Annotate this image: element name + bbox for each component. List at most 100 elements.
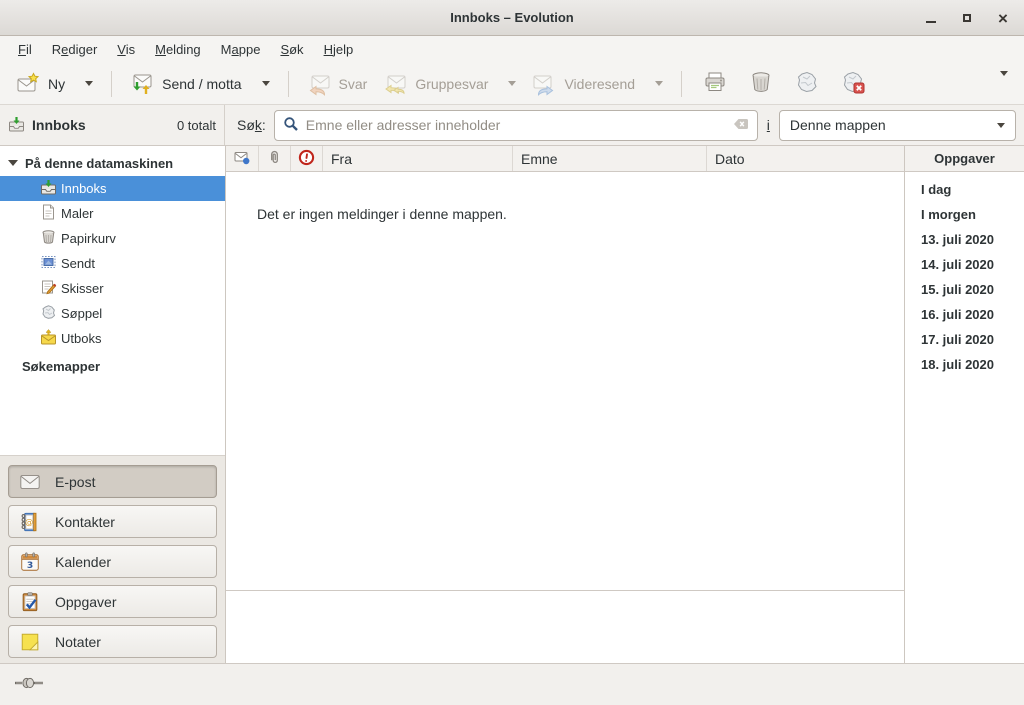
menu-search[interactable]: Søk [270,38,313,61]
menu-view[interactable]: Vis [107,38,145,61]
tasks-panel-header[interactable]: Oppgaver [905,146,1024,172]
tasks-panel: Oppgaver I dag I morgen 13. juli 2020 14… [905,146,1024,663]
tasks-panel-title: Oppgaver [934,151,995,166]
folder-row-innboks[interactable]: Innboks [0,176,225,201]
task-group-date[interactable]: 16. juli 2020 [905,302,1024,327]
forward-dropdown-icon[interactable] [655,81,663,86]
search-bar: Innboks 0 totalt Søk: i Denne mappen [0,105,1024,146]
folder-label: Søppel [61,306,102,321]
maximize-icon [963,14,971,22]
folder-row-sendt[interactable]: Sendt [0,251,225,276]
folder-tree: På denne datamaskinen Innboks Maler Papi… [0,146,225,455]
column-date[interactable]: Dato [707,146,904,171]
switcher-contacts-button[interactable]: @ Kontakter [8,505,217,538]
message-list-body[interactable]: Det er ingen meldinger i denne mappen. [226,172,904,590]
menu-folder[interactable]: Mappe [211,38,271,61]
notes-icon [19,631,41,653]
search-input[interactable] [306,117,726,133]
tree-root-on-this-computer[interactable]: På denne datamaskinen [0,150,225,176]
column-important[interactable] [291,146,323,171]
folder-row-papirkurv[interactable]: Papirkurv [0,226,225,251]
menu-help[interactable]: Hjelp [314,38,364,61]
search-scope-value: Denne mappen [790,117,886,133]
print-button[interactable] [694,64,736,103]
content-area: På denne datamaskinen Innboks Maler Papi… [0,146,1024,663]
read-status-icon [234,149,250,168]
switcher-label: E-post [55,474,95,490]
search-scope-combo[interactable]: Denne mappen [779,110,1016,141]
junk-button[interactable] [786,64,828,103]
column-read-status[interactable] [226,146,259,171]
folder-label: Maler [61,206,94,221]
reply-label: Svar [339,76,368,92]
send-receive-dropdown-icon[interactable] [262,81,270,86]
sidebar: På denne datamaskinen Innboks Maler Papi… [0,146,226,663]
switcher-label: Oppgaver [55,594,116,610]
attachment-icon [267,149,282,168]
titlebar[interactable]: Innboks – Evolution × [0,0,1024,36]
group-reply-label: Gruppesvar [415,76,488,92]
reply-icon [307,72,331,96]
toolbar-separator [288,71,289,97]
column-subject[interactable]: Emne [513,146,707,171]
search-scope-label: i [767,117,770,133]
folder-row-skisser[interactable]: Skisser [0,276,225,301]
menu-file[interactable]: Fil [8,38,42,61]
reply-button[interactable]: Svar [299,66,376,102]
column-subject-label: Emne [521,151,558,167]
print-icon [703,82,727,97]
toolbar-overflow-button[interactable] [1000,76,1008,91]
task-group-date[interactable]: 14. juli 2020 [905,252,1024,277]
task-group-tomorrow[interactable]: I morgen [905,202,1024,227]
search-entry[interactable] [274,110,758,141]
toolbar: Ny Send / motta Svar Gruppesvar Viderese… [0,63,1024,105]
group-reply-button[interactable]: Gruppesvar [375,66,524,102]
switcher-calendar-button[interactable]: 3 Kalender [8,545,217,578]
expander-icon[interactable] [8,160,18,166]
switcher-mail-button[interactable]: E-post [8,465,217,498]
tree-root-search-folders[interactable]: Søkemapper [0,353,225,379]
toolbar-overflow-icon [1000,71,1008,91]
task-group-date[interactable]: 15. juli 2020 [905,277,1024,302]
close-button[interactable]: × [992,7,1014,29]
current-folder-name: Innboks [32,117,86,133]
column-attachment[interactable] [259,146,291,171]
new-message-label: Ny [48,76,65,92]
column-from-label: Fra [331,151,352,167]
folder-message-count: 0 totalt [177,118,216,133]
folder-row-soppel[interactable]: Søppel [0,301,225,326]
new-dropdown-icon[interactable] [85,81,93,86]
switcher-label: Notater [55,634,101,650]
send-receive-button[interactable]: Send / motta [122,66,277,102]
not-junk-button[interactable] [832,64,874,103]
delete-button[interactable] [740,64,782,103]
task-group-date[interactable]: 13. juli 2020 [905,227,1024,252]
maximize-button[interactable] [956,7,978,29]
column-from[interactable]: Fra [323,146,513,171]
new-message-button[interactable]: Ny [8,66,101,102]
junk-icon [795,82,819,97]
switcher-tasks-button[interactable]: Oppgaver [8,585,217,618]
send-receive-label: Send / motta [162,76,241,92]
clear-search-icon[interactable] [733,116,749,135]
folder-row-maler[interactable]: Maler [0,201,225,226]
task-group-date[interactable]: 17. juli 2020 [905,327,1024,352]
trash-icon [749,82,773,97]
folder-label: Papirkurv [61,231,116,246]
calendar-icon: 3 [19,551,41,573]
toolbar-separator [111,71,112,97]
task-group-today[interactable]: I dag [905,177,1024,202]
task-group-date[interactable]: 18. juli 2020 [905,352,1024,377]
evolution-window: Innboks – Evolution × Fil Rediger Vis Me… [0,0,1024,705]
folder-row-utboks[interactable]: Utboks [0,326,225,351]
menu-edit[interactable]: Rediger [42,38,108,61]
online-status-icon[interactable] [14,675,44,694]
switcher-notes-button[interactable]: Notater [8,625,217,658]
minimize-button[interactable] [920,7,942,29]
tasks-icon [19,591,41,613]
message-list-header: Fra Emne Dato [226,146,904,172]
empty-folder-message: Det er ingen meldinger i denne mappen. [257,206,507,222]
forward-button[interactable]: Videresend [524,66,671,102]
menu-message[interactable]: Melding [145,38,211,61]
group-reply-dropdown-icon[interactable] [508,81,516,86]
